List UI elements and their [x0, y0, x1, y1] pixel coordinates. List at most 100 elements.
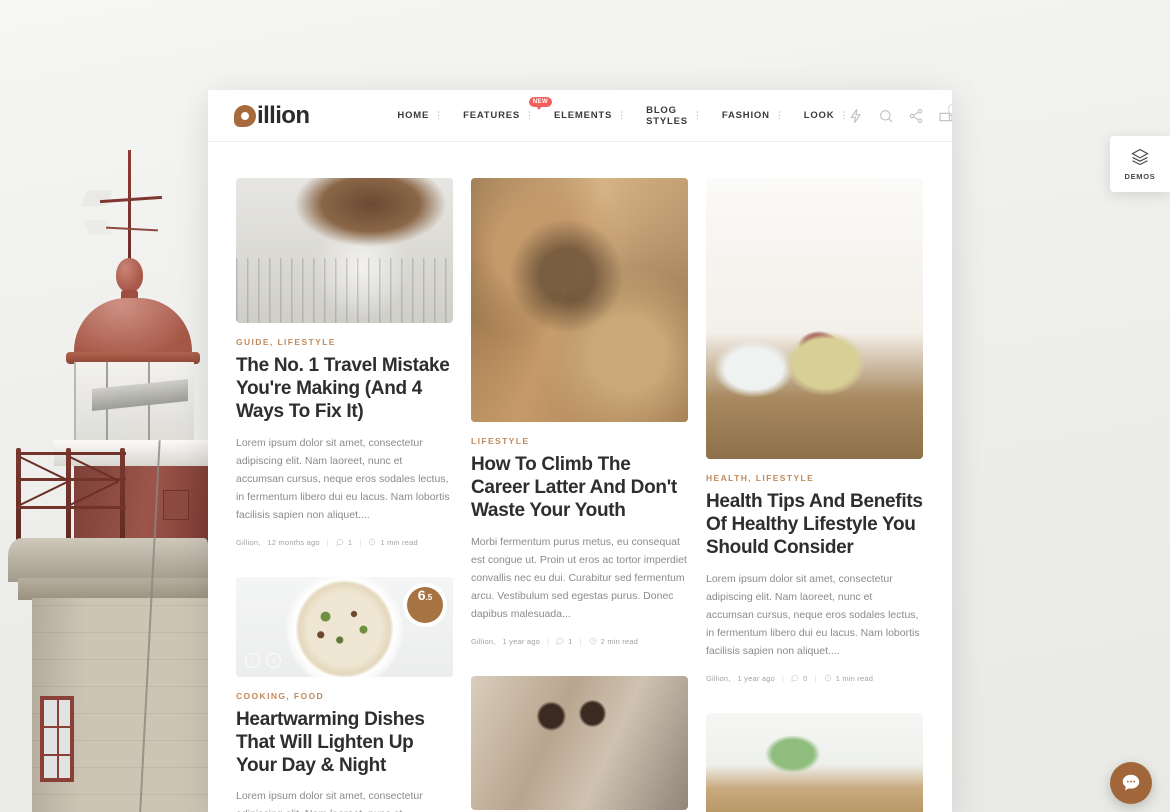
comment-count: 1	[568, 636, 573, 646]
chevron-dots-icon: ⋮	[692, 110, 702, 120]
new-badge: NEW	[528, 97, 553, 110]
cart-icon[interactable]: 0	[938, 102, 952, 124]
comment-icon	[336, 539, 344, 547]
post-excerpt: Morbi fermentum purus metus, eu consequa…	[471, 535, 687, 620]
nav-item-home[interactable]: HOME ⋮	[397, 110, 443, 121]
clock-icon	[824, 675, 831, 682]
meta-separator: |	[546, 636, 550, 646]
post-author[interactable]: Gillion,	[236, 538, 261, 547]
post-thumbnail[interactable]: 6 .5 ‹ ›	[236, 576, 453, 677]
post-card: HEALTH, LIFESTYLE Health Tips And Benefi…	[706, 178, 923, 683]
post-date: 1 year ago	[502, 636, 540, 646]
post-card: GUIDE, LIFESTYLE	[706, 712, 923, 812]
post-read-time: 2 min read	[589, 637, 638, 646]
post-thumbnail[interactable]	[471, 178, 688, 422]
post-comments[interactable]: 0	[791, 674, 807, 683]
post-comments[interactable]: 1	[556, 637, 572, 646]
post-title[interactable]: Health Tips And Benefits Of Healthy Life…	[706, 490, 923, 560]
post-image-fruit-bowl	[706, 178, 923, 459]
post-card: GUIDE, LIFESTYLE The No. 1 Travel Mistak…	[236, 178, 453, 547]
chevron-dots-icon: ⋮	[434, 110, 444, 120]
site-window: illion HOME ⋮ FEATURES NEW ⋮ ELEMENTS ⋮ …	[208, 90, 952, 812]
slider-prev-icon[interactable]: ‹	[245, 652, 260, 668]
post-thumbnail[interactable]	[236, 178, 453, 323]
nav-label: FEATURES	[463, 110, 521, 121]
score-whole: 6	[417, 586, 426, 603]
post-category[interactable]: HEALTH, LIFESTYLE	[706, 473, 923, 483]
lighthouse-illustration	[0, 140, 228, 812]
post-image-writing-desk	[706, 712, 923, 812]
read-time-label: 1 min read	[380, 537, 418, 547]
main-navigation: HOME ⋮ FEATURES NEW ⋮ ELEMENTS ⋮ BLOG ST…	[397, 97, 849, 127]
post-read-time: 1 min read	[368, 537, 418, 547]
post-card: 6 .5 ‹ › COOKING, FOOD Heartwarming Dish…	[236, 576, 453, 812]
score-badge: 6 .5	[407, 586, 443, 623]
search-icon[interactable]	[878, 108, 894, 124]
post-column-3: HEALTH, LIFESTYLE Health Tips And Benefi…	[706, 178, 923, 812]
post-grid: GUIDE, LIFESTYLE The No. 1 Travel Mistak…	[208, 142, 952, 812]
post-thumbnail[interactable]	[706, 712, 923, 812]
clock-icon	[369, 539, 376, 546]
nav-label: FASHION	[721, 110, 770, 121]
site-header: illion HOME ⋮ FEATURES NEW ⋮ ELEMENTS ⋮ …	[208, 90, 952, 142]
post-thumbnail[interactable]	[706, 178, 923, 459]
cart-count-badge: 0	[948, 102, 952, 115]
meta-separator: |	[326, 537, 329, 547]
share-icon[interactable]	[908, 108, 924, 124]
meta-separator: |	[781, 673, 785, 683]
nav-label: LOOK	[803, 110, 835, 121]
nav-item-look[interactable]: LOOK ⋮	[804, 110, 849, 121]
demos-label: DEMOS	[1124, 172, 1156, 181]
nav-item-blog-styles[interactable]: BLOG STYLES ⋮	[646, 105, 702, 127]
layers-icon	[1131, 148, 1149, 166]
chat-button[interactable]	[1110, 762, 1152, 804]
chat-bubble-icon	[1122, 774, 1140, 791]
read-time-label: 1 min read	[835, 673, 874, 683]
post-author[interactable]: Gillion,	[706, 674, 731, 683]
meta-separator: |	[359, 537, 362, 547]
slider-next-icon[interactable]: ›	[266, 652, 281, 668]
comment-icon	[791, 675, 799, 683]
post-comments[interactable]: 1	[336, 538, 352, 547]
post-meta: Gillion, 1 year ago | 0 | 1 min read	[706, 674, 923, 683]
nav-item-features[interactable]: FEATURES NEW ⋮	[463, 97, 553, 121]
post-column-2: LIFESTYLE How To Climb The Career Latter…	[471, 178, 688, 812]
post-category[interactable]: LIFESTYLE	[471, 436, 688, 446]
post-date: 1 year ago	[737, 673, 775, 683]
flash-icon[interactable]	[848, 108, 864, 124]
post-title[interactable]: How To Climb The Career Latter And Don't…	[471, 453, 688, 523]
post-excerpt: Lorem ipsum dolor sit amet, consectetur …	[236, 790, 423, 812]
comment-count: 1	[347, 537, 353, 547]
meta-separator: |	[814, 673, 817, 683]
speech-bubble-g-icon	[234, 104, 256, 127]
post-title[interactable]: Heartwarming Dishes That Will Lighten Up…	[236, 708, 453, 778]
chevron-dots-icon: ⋮	[525, 110, 535, 120]
post-meta: Gillion, 12 months ago | 1 | 1 min read	[236, 538, 453, 547]
post-title[interactable]: The No. 1 Travel Mistake You're Making (…	[236, 354, 453, 424]
nav-item-elements[interactable]: ELEMENTS ⋮	[554, 110, 626, 121]
post-image-spiral-staircase	[471, 178, 688, 422]
slider-arrows: ‹ ›	[245, 652, 281, 668]
demos-tab[interactable]: DEMOS	[1110, 136, 1170, 192]
read-time-label: 2 min read	[600, 636, 639, 646]
post-read-time: 1 min read	[824, 674, 873, 683]
post-column-1: GUIDE, LIFESTYLE The No. 1 Travel Mistak…	[236, 178, 453, 812]
chevron-dots-icon: ⋮	[839, 110, 849, 120]
post-image-woman-sweater	[236, 178, 453, 323]
chevron-dots-icon: ⋮	[617, 110, 627, 120]
post-card: LIFESTYLE How To Climb The Career Latter…	[471, 178, 688, 646]
post-author[interactable]: Gillion,	[471, 637, 496, 646]
nav-item-fashion[interactable]: FASHION ⋮	[722, 110, 784, 121]
post-category[interactable]: GUIDE, LIFESTYLE	[236, 337, 453, 347]
post-category[interactable]: COOKING, FOOD	[236, 691, 453, 701]
site-logo[interactable]: illion	[234, 101, 310, 129]
logo-text: illion	[257, 101, 310, 129]
post-thumbnail[interactable]	[471, 675, 688, 810]
score-decimal: .5	[425, 592, 433, 602]
post-meta: Gillion, 1 year ago | 1 | 2 min read	[471, 637, 688, 646]
nav-label: ELEMENTS	[554, 110, 613, 121]
nav-label: BLOG STYLES	[646, 104, 688, 127]
post-excerpt: Lorem ipsum dolor sit amet, consectetur …	[236, 436, 450, 521]
comment-icon	[556, 638, 564, 646]
comment-count: 0	[803, 673, 808, 683]
